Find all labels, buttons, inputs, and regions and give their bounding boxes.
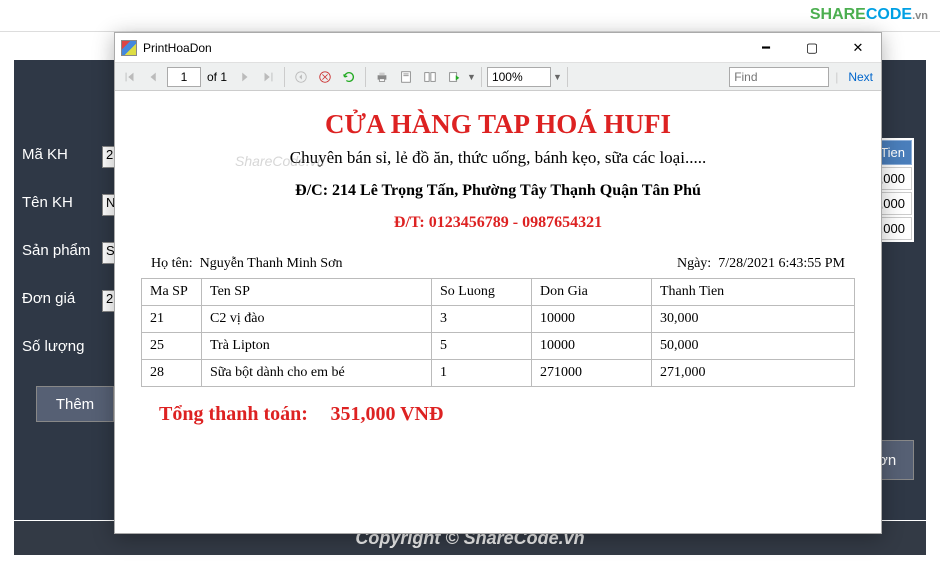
cell-masp: 28 — [142, 360, 202, 387]
cell-dg: 10000 — [532, 306, 652, 333]
cell-tt: 271,000 — [652, 360, 855, 387]
prev-page-icon[interactable] — [143, 66, 165, 88]
sharecode-watermark: SHARECODE.vn — [810, 6, 928, 24]
cell-tensp: Sữa bột dành cho em bé — [202, 360, 432, 387]
report-address: Đ/C: 214 Lê Trọng Tấn, Phường Tây Thạnh … — [141, 182, 855, 200]
label-makh: Mã KH — [22, 146, 68, 163]
cell-dg: 271000 — [532, 360, 652, 387]
cell-dg: 10000 — [532, 333, 652, 360]
button-them[interactable]: Thêm — [36, 386, 114, 422]
export-icon[interactable] — [443, 66, 465, 88]
zoom-input[interactable] — [487, 67, 551, 87]
page-setup-icon[interactable] — [419, 66, 441, 88]
report-toolbar: of 1 ▼ ▼ | Next — [115, 63, 881, 91]
cell-masp: 21 — [142, 306, 202, 333]
back-icon[interactable] — [290, 66, 312, 88]
first-page-icon[interactable] — [119, 66, 141, 88]
report-phone: Đ/T: 0123456789 - 0987654321 — [141, 214, 855, 232]
stop-icon[interactable] — [314, 66, 336, 88]
close-button[interactable]: ✕ — [835, 33, 881, 63]
app-icon — [121, 40, 137, 56]
cell-tensp: C2 vị đào — [202, 306, 432, 333]
report-info-row: Họ tên: Nguyễn Thanh Minh Sơn Ngày: 7/28… — [151, 256, 845, 272]
col-dongia: Don Gia — [532, 279, 652, 306]
dialog-titlebar[interactable]: PrintHoaDon ━ ▢ ✕ — [115, 33, 881, 63]
print-dialog: PrintHoaDon ━ ▢ ✕ of 1 ▼ ▼ | Next CỬA HÀ… — [114, 32, 882, 534]
label-tenkh: Tên KH — [22, 194, 73, 211]
find-next-link[interactable]: Next — [844, 70, 877, 84]
date-value: 7/28/2021 6:43:55 PM — [718, 256, 845, 271]
print-layout-icon[interactable] — [395, 66, 417, 88]
dialog-title: PrintHoaDon — [143, 41, 743, 55]
faint-watermark: ShareCode.vn — [235, 153, 325, 169]
print-icon[interactable] — [371, 66, 393, 88]
page-of-label: of 1 — [203, 70, 231, 84]
page-input[interactable] — [167, 67, 201, 87]
col-thanhtien: Thanh Tien — [652, 279, 855, 306]
table-row: 21C2 vị đào31000030,000 — [142, 306, 855, 333]
label-dongia: Đơn giá — [22, 290, 75, 307]
cell-sl: 3 — [432, 306, 532, 333]
report-viewer[interactable]: CỬA HÀNG TAP HOÁ HUFI ShareCode.vn Chuyê… — [115, 91, 881, 533]
report-title: CỬA HÀNG TAP HOÁ HUFI — [141, 109, 855, 140]
label-soluong: Số lượng — [22, 338, 84, 355]
cell-tensp: Trà Lipton — [202, 333, 432, 360]
last-page-icon[interactable] — [257, 66, 279, 88]
label-sanpham: Sản phẩm — [22, 242, 90, 259]
date-label: Ngày: — [677, 256, 711, 271]
cell-masp: 25 — [142, 333, 202, 360]
total-label: Tổng thanh toán: — [159, 403, 308, 425]
col-masp: Ma SP — [142, 279, 202, 306]
report-total: Tổng thanh toán: 351,000 VNĐ — [141, 403, 855, 426]
col-tensp: Ten SP — [202, 279, 432, 306]
next-page-icon[interactable] — [233, 66, 255, 88]
cell-sl: 5 — [432, 333, 532, 360]
name-value: Nguyễn Thanh Minh Sơn — [200, 256, 343, 271]
refresh-icon[interactable] — [338, 66, 360, 88]
parent-titlebar — [0, 0, 940, 32]
col-soluong: So Luong — [432, 279, 532, 306]
name-label: Họ tên: — [151, 256, 193, 271]
cell-tt: 30,000 — [652, 306, 855, 333]
maximize-button[interactable]: ▢ — [789, 33, 835, 63]
cell-sl: 1 — [432, 360, 532, 387]
find-input[interactable] — [729, 67, 829, 87]
cell-tt: 50,000 — [652, 333, 855, 360]
report-table: Ma SP Ten SP So Luong Don Gia Thanh Tien… — [141, 278, 855, 387]
table-row: 28Sữa bột dành cho em bé1271000271,000 — [142, 360, 855, 387]
minimize-button[interactable]: ━ — [743, 33, 789, 63]
total-value: 351,000 VNĐ — [330, 403, 443, 425]
table-row: 25Trà Lipton51000050,000 — [142, 333, 855, 360]
